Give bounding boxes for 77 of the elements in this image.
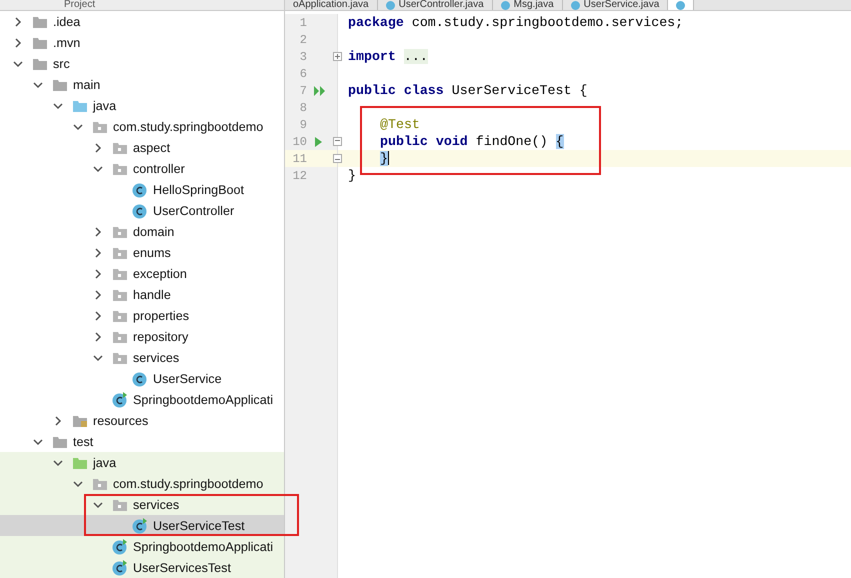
chevron-icon[interactable] [93,268,103,278]
editor-tab[interactable]: UserService.java [562,0,668,10]
code-line: public class UserServiceTest { [347,83,588,98]
tree-item[interactable]: SpringbootdemoApplicati [0,536,284,557]
chevron-icon[interactable] [13,16,23,26]
tree-item[interactable]: test [0,431,284,452]
tree-item[interactable]: java [0,95,284,116]
chevron-icon[interactable] [93,226,103,236]
line-number: 6 [298,66,307,80]
class-icon [132,370,148,386]
tree-item[interactable]: services [0,494,284,515]
tree-item[interactable]: HelloSpringBoot [0,179,284,200]
line-number: 3 [298,50,307,64]
code-line: @Test [379,117,420,132]
chevron-icon[interactable] [93,290,103,300]
tree-item[interactable]: resources [0,410,284,431]
tree-item[interactable]: services [0,347,284,368]
tree-item[interactable]: repository [0,326,284,347]
test-class-icon [132,518,148,534]
tree-item[interactable]: SpringbootdemoApplicati [0,389,284,410]
tree-item[interactable]: src [0,53,284,74]
tree-item[interactable]: UserService [0,368,284,389]
fold-icon[interactable] [333,137,342,146]
code-line: } [347,168,356,183]
tree-item[interactable]: handle [0,284,284,305]
chevron-icon[interactable] [73,478,83,488]
line-number: 1 [298,16,307,30]
expand-icon[interactable] [333,52,342,61]
test-class-icon [112,538,128,554]
editor-tab[interactable]: Msg.java [492,0,563,10]
chevron-icon[interactable] [13,38,23,48]
chevron-icon[interactable] [33,80,43,90]
tree-item[interactable]: UserController [0,200,284,221]
editor-tab[interactable]: UserController.java [378,0,493,10]
tree-item[interactable]: UserServiceTest [0,515,284,536]
fold-icon[interactable] [333,154,342,163]
chevron-icon[interactable] [33,436,43,446]
line-number: 12 [292,168,307,182]
line-number: 11 [292,152,307,166]
line-number: 7 [298,84,307,98]
line-number: 10 [292,134,307,148]
code-line: public void findOne() { [379,134,564,149]
tree-item[interactable]: com.study.springbootdemo [0,473,284,494]
line-number: 2 [298,32,307,46]
tree-item[interactable]: controller [0,158,284,179]
tree-item[interactable]: domain [0,221,284,242]
tree-item[interactable]: exception [0,263,284,284]
test-class-icon [112,392,128,408]
line-number: 8 [298,100,307,114]
tree-item[interactable]: .idea [0,11,284,32]
chevron-icon[interactable] [53,458,63,468]
chevron-icon[interactable] [93,164,103,174]
class-icon [132,202,148,218]
chevron-icon[interactable] [93,248,103,258]
chevron-icon[interactable] [93,310,103,320]
chevron-icon[interactable] [53,100,63,110]
tree-item[interactable]: properties [0,305,284,326]
tree-item[interactable]: main [0,74,284,95]
code-line: import ... [347,49,428,64]
code-line: package com.study.springbootdemo.services; [347,15,684,30]
chevron-icon[interactable] [93,352,103,362]
chevron-icon[interactable] [73,122,83,132]
chevron-icon[interactable] [13,58,23,68]
tree-item[interactable]: aspect [0,137,284,158]
chevron-icon[interactable] [93,500,103,510]
tree-item[interactable]: enums [0,242,284,263]
chevron-icon[interactable] [93,332,103,342]
class-icon [132,182,148,198]
tree-item[interactable]: .mvn [0,32,284,53]
tree-item[interactable]: java [0,452,284,473]
panel-title: Project [64,0,96,10]
tree-item[interactable]: com.study.springbootdemo [0,116,284,137]
line-number: 9 [298,118,307,132]
chevron-icon[interactable] [93,142,103,152]
chevron-icon[interactable] [53,416,63,426]
test-class-icon [112,560,128,576]
tree-item[interactable]: UserServicesTest [0,557,284,578]
